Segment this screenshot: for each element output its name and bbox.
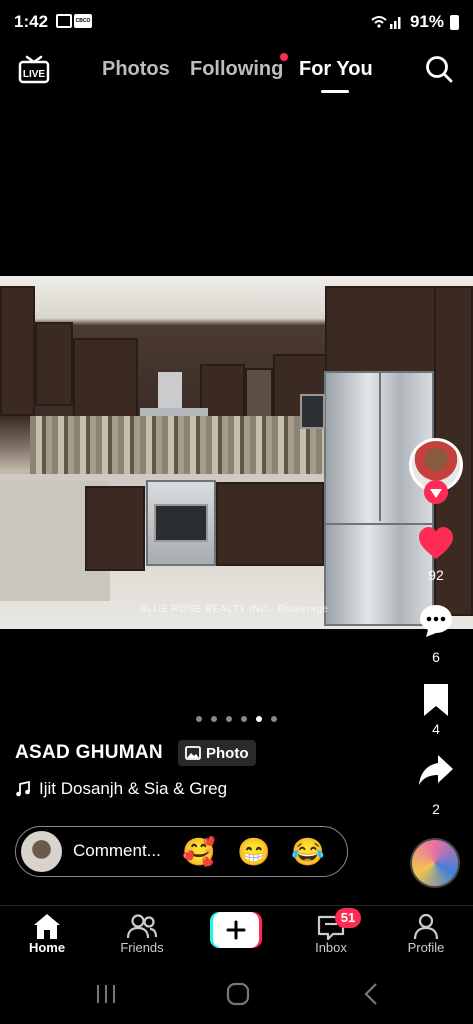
comment-placeholder[interactable]: Comment... <box>73 841 161 861</box>
carousel-dot <box>241 716 247 722</box>
range-hood <box>158 372 182 412</box>
home-icon <box>34 914 60 939</box>
home-system-icon[interactable] <box>226 982 250 1006</box>
emoji-smiling-hearts[interactable]: 🥰 <box>182 836 216 868</box>
friends-icon <box>126 914 158 939</box>
save-count: 4 <box>432 721 440 737</box>
tab-following[interactable]: Following <box>190 58 283 81</box>
nav-inbox-label: Inbox <box>315 940 347 955</box>
recent-apps-icon[interactable] <box>94 983 118 1005</box>
system-nav-bar <box>0 975 473 1015</box>
music-note-icon <box>16 781 30 797</box>
back-icon[interactable] <box>362 982 380 1006</box>
tab-for-you[interactable]: For You <box>299 58 373 81</box>
comment-count: 6 <box>432 649 440 665</box>
app-notification-icon: CBCO <box>74 14 92 28</box>
photo-type-label: Photo <box>206 744 249 762</box>
bookmark-icon[interactable] <box>418 682 454 718</box>
comment-icon[interactable] <box>418 603 454 639</box>
nav-home[interactable]: Home <box>7 906 87 955</box>
app-notification-label: CBCO <box>75 18 91 24</box>
status-time: 1:42 <box>14 12 49 31</box>
follow-plus-icon[interactable] <box>424 480 448 504</box>
creator-username[interactable]: ASAD GHUMAN <box>15 742 163 764</box>
kitchen-lower-cabinet <box>216 482 324 566</box>
profile-icon <box>413 913 439 940</box>
post-photo[interactable]: BLUE ROSE REALTY INC., Brokerage <box>0 276 473 629</box>
inbox-badge: 51 <box>335 908 361 928</box>
following-new-dot <box>280 53 288 61</box>
carousel-dot <box>196 716 202 722</box>
emoji-tears-of-joy[interactable]: 😂 <box>291 836 325 868</box>
live-label: LIVE <box>23 69 46 80</box>
status-right: 91% <box>370 12 459 32</box>
share-arrow-icon[interactable] <box>418 752 454 788</box>
share-count: 2 <box>432 801 440 817</box>
image-icon <box>185 746 201 760</box>
tab-photos[interactable]: Photos <box>102 58 170 81</box>
nav-home-label: Home <box>28 940 66 955</box>
music-title: Ijit Dosanjh & Sia & Greg <box>39 779 228 798</box>
kitchen-glass-cabinet <box>35 322 73 406</box>
comment-input-bar[interactable]: Comment... 🥰 😁 😂 <box>15 826 348 877</box>
top-nav: LIVE Photos Following For You <box>0 48 473 98</box>
photo-type-badge: Photo <box>178 740 256 766</box>
active-tab-indicator <box>321 90 349 93</box>
carousel-dot-active <box>256 716 262 722</box>
nav-friends[interactable]: Friends <box>102 906 182 955</box>
like-count: 92 <box>428 567 444 583</box>
search-icon[interactable] <box>424 54 454 84</box>
battery-icon <box>450 14 459 30</box>
carousel-dot <box>211 716 217 722</box>
carousel-dot <box>271 716 277 722</box>
user-avatar <box>21 831 62 872</box>
status-bar: 1:42 CBCO 91% <box>0 0 473 44</box>
carousel-dots <box>196 716 277 722</box>
refrigerator <box>324 371 434 626</box>
photo-watermark: BLUE ROSE REALTY INC., Brokerage <box>140 604 329 615</box>
oven-range <box>146 480 216 566</box>
emoji-grinning[interactable]: 😁 <box>237 836 271 868</box>
nav-profile-label: Profile <box>407 940 445 955</box>
carousel-dot <box>226 716 232 722</box>
kitchen-lower-cabinet <box>85 486 145 571</box>
kitchen-upper-cabinet <box>0 286 35 416</box>
bottom-nav: Home Friends Inbox 51 Profile <box>0 905 473 966</box>
live-icon[interactable]: LIVE <box>18 54 50 84</box>
gallery-notification-icon <box>56 14 72 28</box>
music-row[interactable]: Ijit Dosanjh & Sia & Greg <box>15 779 237 799</box>
music-disc-icon[interactable] <box>410 838 460 888</box>
wifi-signal-icon <box>371 16 401 29</box>
nav-friends-label: Friends <box>120 940 164 955</box>
battery-percent: 91% <box>409 12 444 31</box>
nav-profile[interactable]: Profile <box>386 906 466 955</box>
create-plus-button[interactable] <box>210 912 262 948</box>
heart-like-icon[interactable] <box>418 526 454 562</box>
microwave <box>300 394 325 429</box>
tile-backsplash <box>30 416 330 474</box>
